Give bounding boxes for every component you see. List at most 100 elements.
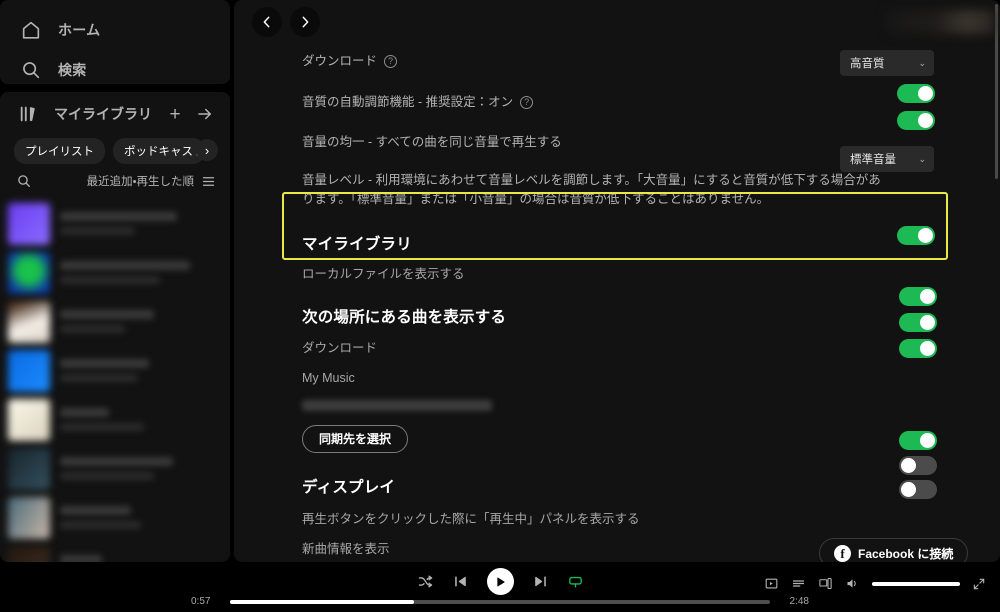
setting-label-now-playing-panel: 再生ボタンをクリックした際に「再生中」パネルを表示する xyxy=(302,511,640,526)
setting-label-download: ダウンロード? xyxy=(302,52,398,71)
progress-fill xyxy=(230,599,414,604)
chevron-down-icon: ⌄ xyxy=(918,57,926,68)
spotify-desktop-window: ホーム 検索 マイライブラリ + プレイリスト ポッドキャスト › 最近追加・再… xyxy=(0,0,1000,612)
list-item[interactable] xyxy=(0,493,230,542)
filter-chip-playlists[interactable]: プレイリスト xyxy=(14,138,105,164)
toggle-friend-activity[interactable] xyxy=(899,480,937,499)
toggle-source-blurred-path[interactable] xyxy=(899,339,937,358)
library-sort-row: 最近追加・再生した順 xyxy=(0,164,230,195)
playlist-artwork xyxy=(8,398,50,441)
playlist-artwork xyxy=(8,251,50,294)
list-item[interactable] xyxy=(0,395,230,444)
library-title: マイライブラリ xyxy=(54,106,152,122)
source-item-downloads: ダウンロード xyxy=(302,341,378,356)
toggle-knob xyxy=(901,482,916,497)
sidebar-item-search[interactable]: 検索 xyxy=(0,50,230,90)
toggle-now-playing-panel[interactable] xyxy=(899,431,937,450)
source-item-blurred-path xyxy=(302,399,492,411)
playlist-list xyxy=(0,195,230,562)
section-sources: 次の場所にある曲を表示する ダウンロード My Music 同期先を選択 xyxy=(302,305,968,453)
add-playlist-button[interactable]: + xyxy=(164,103,186,125)
elapsed-time: 0:57 xyxy=(191,596,211,607)
repeat-icon[interactable] xyxy=(567,573,584,590)
settings-content: ダウンロード? 音質の自動調節機能 - 推奨設定：オン? 音量の均一 - すべて… xyxy=(234,52,1000,562)
toggle-knob xyxy=(918,86,933,101)
list-item[interactable] xyxy=(0,297,230,346)
progress-slider[interactable] xyxy=(230,599,770,604)
chevron-down-icon: ⌄ xyxy=(918,153,926,164)
filter-chip-podcasts[interactable]: ポッドキャストと番組 xyxy=(113,138,205,164)
library-sort-control[interactable]: 最近追加・再生した順 xyxy=(87,173,216,189)
select-volume-level-value: 標準音量 xyxy=(850,154,896,166)
previous-track-icon[interactable] xyxy=(452,573,469,590)
library-search-icon[interactable] xyxy=(16,173,32,189)
library-header: マイライブラリ + xyxy=(0,92,230,136)
library-filter-chips: プレイリスト ポッドキャストと番組 › xyxy=(0,136,230,164)
now-playing-view-icon[interactable] xyxy=(764,576,779,591)
chevron-right-icon[interactable]: › xyxy=(196,139,218,161)
back-button[interactable] xyxy=(252,7,282,37)
toggle-knob xyxy=(920,315,935,330)
playlist-artwork xyxy=(8,496,50,539)
select-volume-level[interactable]: 標準音量 ⌄ xyxy=(840,146,934,172)
toggle-normalize[interactable] xyxy=(897,111,935,130)
setting-label-show-local-files: ローカルファイルを表示する xyxy=(302,266,465,281)
toggle-source-downloads[interactable] xyxy=(899,287,937,306)
connect-device-icon[interactable] xyxy=(818,576,833,591)
fullscreen-icon[interactable] xyxy=(972,577,986,591)
account-menu-button[interactable] xyxy=(886,10,994,34)
select-download-quality[interactable]: 高音質 ⌄ xyxy=(840,50,934,76)
playlist-artwork xyxy=(8,349,50,392)
section-heading-sources: 次の場所にある曲を表示する xyxy=(302,309,507,327)
player-right-controls xyxy=(764,576,986,591)
volume-icon[interactable] xyxy=(845,576,860,591)
playlist-artwork xyxy=(8,202,50,245)
navigation-buttons xyxy=(252,7,320,37)
playlist-artwork xyxy=(8,300,50,343)
select-download-quality-value: 高音質 xyxy=(850,58,885,70)
toggle-source-my-music[interactable] xyxy=(899,313,937,332)
source-item-my-music: My Music xyxy=(302,370,355,385)
toggle-knob xyxy=(918,113,933,128)
toggle-new-release[interactable] xyxy=(899,456,937,475)
toggle-knob xyxy=(920,341,935,356)
toggle-knob xyxy=(920,289,935,304)
sidebar-item-your-library[interactable]: マイライブラリ xyxy=(18,103,156,125)
list-item[interactable] xyxy=(0,248,230,297)
toggle-auto-quality[interactable] xyxy=(897,84,935,103)
list-view-icon[interactable] xyxy=(201,174,216,189)
help-icon[interactable]: ? xyxy=(384,55,398,69)
toggle-knob xyxy=(901,458,916,473)
expand-library-button[interactable] xyxy=(194,103,216,125)
sidebar-item-home[interactable]: ホーム xyxy=(0,10,230,50)
sidebar-item-search-label: 検索 xyxy=(58,62,87,78)
forward-button[interactable] xyxy=(290,7,320,37)
sidebar-nav-card: ホーム 検索 xyxy=(0,0,230,84)
select-sync-folder-button[interactable]: 同期先を選択 xyxy=(302,424,409,453)
queue-icon[interactable] xyxy=(791,576,806,591)
shuffle-icon[interactable] xyxy=(417,573,434,590)
setting-row-auto-quality: 音質の自動調節機能 - 推奨設定：オン? xyxy=(302,93,968,119)
facebook-icon: f xyxy=(834,544,851,562)
playlist-artwork xyxy=(8,447,50,490)
home-icon xyxy=(20,19,42,41)
list-item[interactable] xyxy=(0,346,230,395)
list-item[interactable] xyxy=(0,444,230,493)
player-bar: 0:57 2:48 xyxy=(0,562,1000,612)
volume-slider[interactable] xyxy=(872,581,960,586)
sidebar: ホーム 検索 マイライブラリ + プレイリスト ポッドキャスト › 最近追加・再… xyxy=(0,0,230,562)
list-item[interactable] xyxy=(0,542,230,562)
connect-facebook-label: Facebook に接続 xyxy=(858,546,954,561)
list-item[interactable] xyxy=(0,199,230,248)
duration-time: 2:48 xyxy=(789,596,809,607)
search-icon xyxy=(20,59,42,81)
next-track-icon[interactable] xyxy=(532,573,549,590)
help-icon[interactable]: ? xyxy=(520,96,534,110)
play-button[interactable] xyxy=(486,568,514,595)
connect-facebook-button[interactable]: f Facebook に接続 xyxy=(819,538,969,562)
volume-fill xyxy=(872,581,960,586)
section-heading-display: ディスプレイ xyxy=(302,478,396,496)
sidebar-library-card: マイライブラリ + プレイリスト ポッドキャストと番組 › xyxy=(0,92,230,562)
highlight-box-my-library xyxy=(282,192,948,260)
panel-topbar xyxy=(234,0,1000,44)
